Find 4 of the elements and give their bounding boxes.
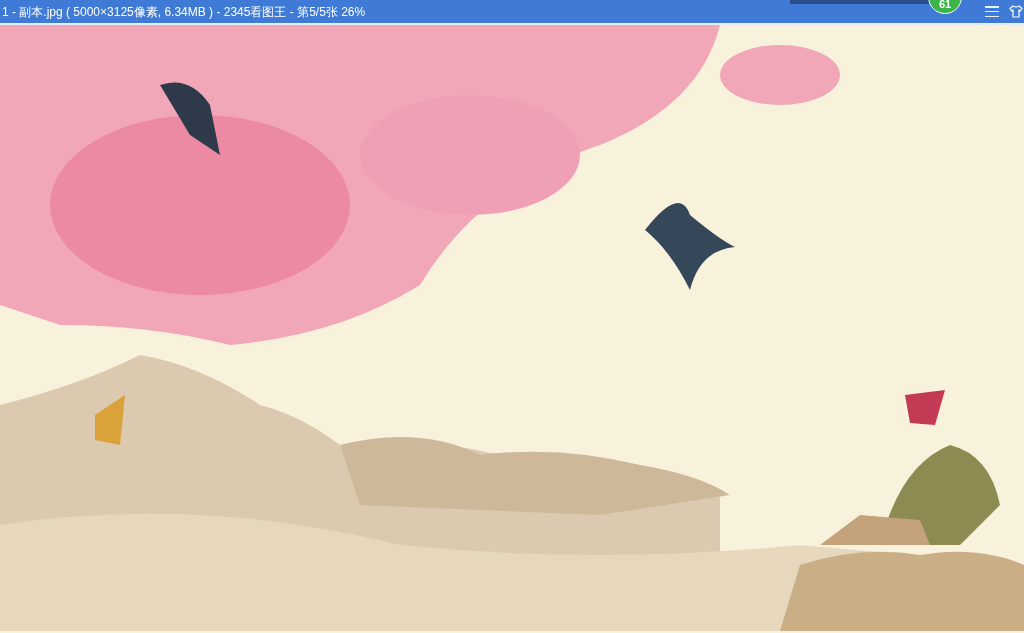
shirt-icon[interactable] <box>1009 5 1023 18</box>
menu-icon[interactable] <box>985 5 999 18</box>
window-title: 1 - 副本.jpg ( 5000×3125像素, 6.34MB ) - 2345看图王 - 第5/5张 26% <box>1 3 366 21</box>
count-badge[interactable]: 61 <box>928 0 962 14</box>
